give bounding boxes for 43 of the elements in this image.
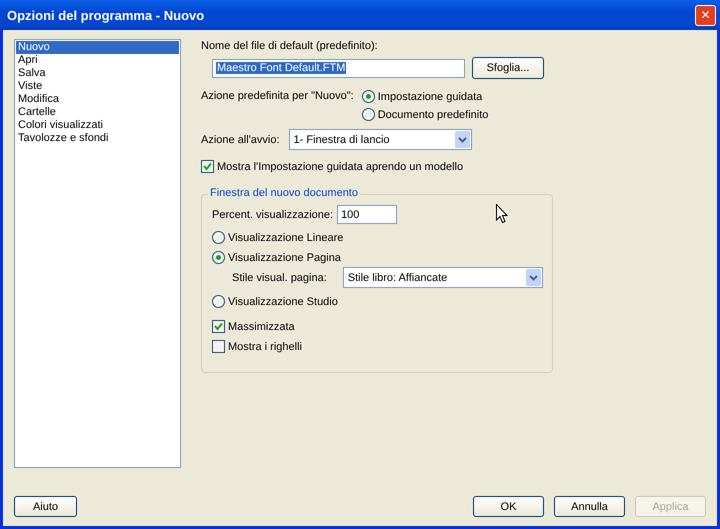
field-label: Nome del file di default (predefinito): <box>201 40 379 52</box>
field-label: Stile visual. pagina: <box>232 272 327 284</box>
checkbox[interactable] <box>212 340 225 353</box>
close-button[interactable]: ✕ <box>695 4 716 26</box>
window-title: Opzioni del programma - Nuovo <box>7 8 204 22</box>
category-item[interactable]: Apri <box>16 54 179 67</box>
field-label: Azione predefinita per "Nuovo": <box>201 90 354 102</box>
checkbox[interactable] <box>212 320 225 333</box>
radio-button[interactable] <box>212 231 225 244</box>
field-label: Percent. visualizzazione: <box>212 208 334 220</box>
page-style-dropdown[interactable]: Stile libro: Affiancate <box>342 267 543 288</box>
radio-button[interactable] <box>362 90 375 103</box>
dialog-button[interactable]: Annulla <box>554 496 625 517</box>
radio-label: Visualizzazione Pagina <box>228 252 341 264</box>
browse-button[interactable]: Sfoglia... <box>472 57 544 79</box>
category-item[interactable]: Colori visualizzati <box>16 119 179 132</box>
chevron-down-icon <box>526 269 541 286</box>
mouse-pointer-icon <box>496 204 508 224</box>
checkbox-label: Massimizzata <box>228 320 295 332</box>
category-item[interactable]: Cartelle <box>16 106 179 119</box>
radio-button[interactable] <box>212 295 225 308</box>
radio-label: Visualizzazione Studio <box>228 296 338 308</box>
checkbox-label: Mostra i righelli <box>228 340 302 352</box>
radio-button[interactable] <box>212 251 225 264</box>
field-label: Azione all'avvio: <box>201 134 280 146</box>
radio-button[interactable] <box>362 108 375 121</box>
category-item[interactable]: Tavolozze e sfondi <box>16 132 179 145</box>
radio-label: Visualizzazione Lineare <box>228 232 344 244</box>
checkbox[interactable] <box>201 160 214 173</box>
help-button[interactable]: Aiuto <box>14 496 77 517</box>
category-item[interactable]: Salva <box>16 67 179 80</box>
category-item[interactable]: Viste <box>16 80 179 93</box>
radio-label: Impostazione guidata <box>378 90 482 102</box>
checkbox-label: Mostra l'Impostazione guidata aprendo un modello <box>217 160 464 172</box>
category-item[interactable]: Nuovo <box>16 41 179 54</box>
zoom-field[interactable]: 100 <box>337 205 398 224</box>
category-item[interactable]: Modifica <box>16 93 179 106</box>
dialog-button[interactable]: OK <box>473 496 544 517</box>
startup-dropdown[interactable]: 1- Finestra di lancio <box>288 129 472 150</box>
radio-label: Documento predefinito <box>378 108 488 120</box>
group-title: Finestra del nuovo documento <box>208 187 360 199</box>
chevron-down-icon <box>454 131 470 148</box>
filename-field[interactable]: Maestro Font Default.FTM <box>212 58 465 78</box>
